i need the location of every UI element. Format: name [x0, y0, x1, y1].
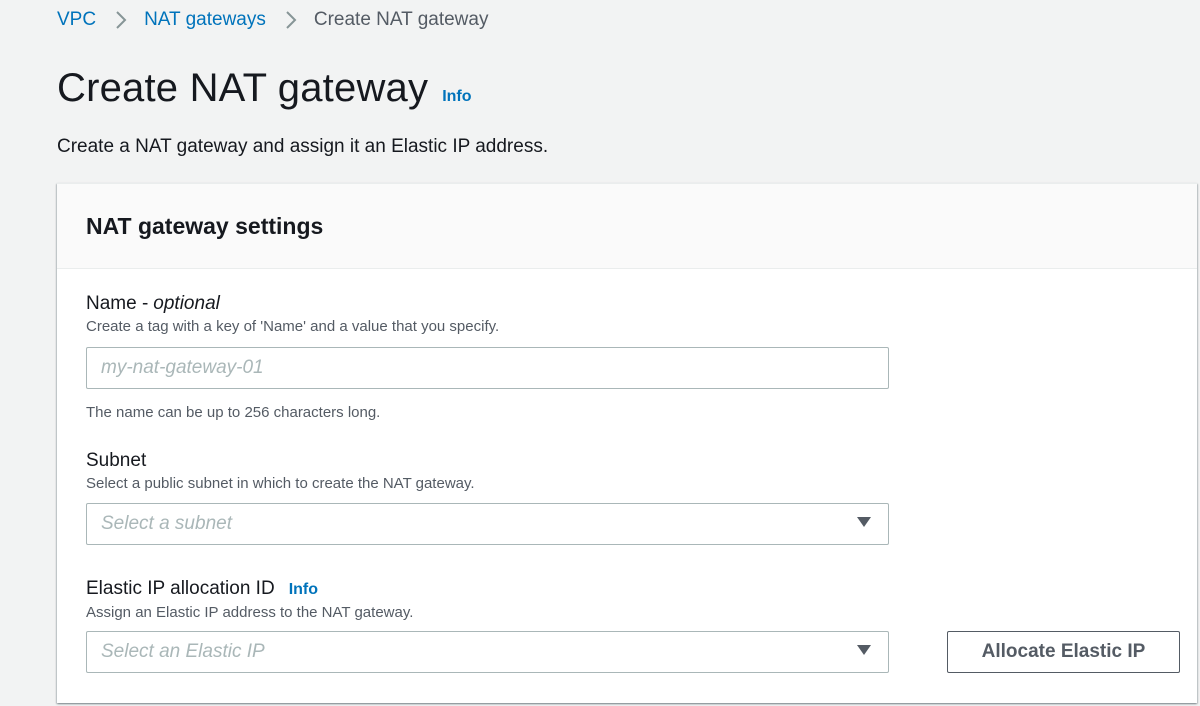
name-field-group: Name - optional Create a tag with a key … — [86, 292, 1086, 427]
elastic-ip-info-link[interactable]: Info — [289, 578, 318, 602]
optional-label: optional — [153, 293, 220, 314]
subnet-select[interactable]: Select a subnet — [86, 503, 889, 545]
breadcrumb: VPC NAT gateways Create NAT gateway — [57, 6, 488, 34]
panel-header: NAT gateway settings — [57, 184, 1197, 269]
breadcrumb-nat-gateways-link[interactable]: NAT gateways — [144, 9, 266, 31]
name-label-text: Name - — [86, 293, 149, 314]
subnet-field-description: Select a public subnet in which to creat… — [86, 475, 475, 492]
caret-down-icon — [856, 515, 874, 533]
page-description: Create a NAT gateway and assign it an El… — [57, 136, 549, 157]
name-input[interactable] — [86, 347, 889, 389]
name-constraint-text: The name can be up to 256 characters lon… — [86, 404, 381, 421]
page-title: Create NAT gateway — [57, 66, 429, 110]
breadcrumb-vpc-link[interactable]: VPC — [57, 9, 96, 31]
allocate-elastic-ip-button[interactable]: Allocate Elastic IP — [947, 631, 1180, 673]
elastic-ip-field-group: Elastic IP allocation ID Info Assign an … — [86, 577, 1186, 677]
elastic-ip-field-description: Assign an Elastic IP address to the NAT … — [86, 604, 414, 621]
elastic-ip-label-text: Elastic IP allocation ID — [86, 578, 275, 599]
page-info-link[interactable]: Info — [442, 88, 471, 106]
subnet-label-text: Subnet — [86, 450, 147, 471]
panel-title: NAT gateway settings — [86, 212, 324, 239]
chevron-right-icon — [114, 10, 128, 30]
name-field-description: Create a tag with a key of 'Name' and a … — [86, 318, 500, 335]
nat-gateway-settings-panel: NAT gateway settings Name - optional Cre… — [57, 183, 1197, 703]
subnet-field-label: Subnet — [86, 449, 1086, 473]
elastic-ip-select-placeholder: Select an Elastic IP — [101, 641, 265, 662]
name-field-label: Name - optional — [86, 292, 1086, 316]
breadcrumb-current-page: Create NAT gateway — [313, 9, 489, 30]
subnet-field-group: Subnet Select a public subnet in which t… — [86, 449, 1086, 549]
chevron-right-icon — [284, 10, 298, 30]
elastic-ip-select[interactable]: Select an Elastic IP — [86, 631, 889, 673]
elastic-ip-field-label: Elastic IP allocation ID Info — [86, 577, 1186, 602]
caret-down-icon — [856, 643, 874, 661]
page-header: Create NAT gateway Info — [57, 66, 472, 111]
subnet-select-placeholder: Select a subnet — [101, 513, 232, 534]
